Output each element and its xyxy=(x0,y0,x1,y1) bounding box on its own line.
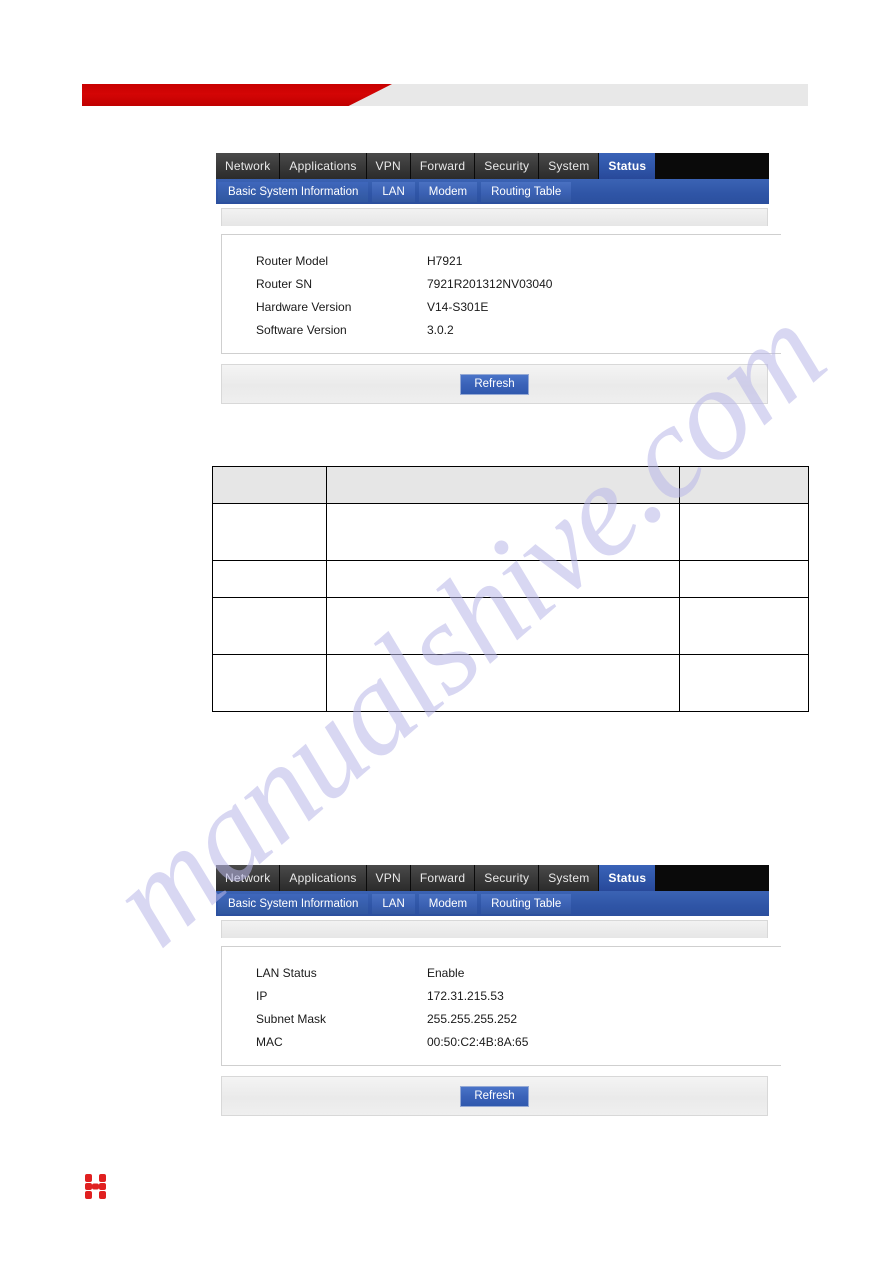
sub-navigation-bar: Basic System Information LAN Modem Routi… xyxy=(216,179,769,204)
sub-navigation-bar: Basic System Information LAN Modem Routi… xyxy=(216,891,769,916)
info-value-router-model: H7921 xyxy=(427,253,463,268)
info-value-lan-status: Enable xyxy=(427,965,465,980)
info-label-router-model: Router Model xyxy=(256,253,329,268)
banner-red-accent xyxy=(82,84,392,106)
table-cell xyxy=(212,654,327,712)
info-row-subnet-mask: Subnet Mask 255.255.255.252 xyxy=(222,1007,781,1030)
info-row-lan-status: LAN Status Enable xyxy=(222,961,781,984)
panel-title-bar xyxy=(221,208,768,226)
blank-reference-table xyxy=(212,466,809,712)
nav-tab-security[interactable]: Security xyxy=(475,153,540,179)
info-row-mac: MAC 00:50:C2:4B:8A:65 xyxy=(222,1030,781,1053)
subtab-routing-table[interactable]: Routing Table xyxy=(481,893,572,914)
nav-tab-status[interactable]: Status xyxy=(599,865,657,891)
info-value-software-version: 3.0.2 xyxy=(427,322,454,337)
router-ui-lan-status: Network Applications VPN Forward Securit… xyxy=(216,865,781,1116)
panel-footer-lan-status: Refresh xyxy=(221,1076,768,1116)
subtab-basic-system-information[interactable]: Basic System Information xyxy=(218,181,369,202)
table-header-cell-1 xyxy=(212,466,327,504)
table-cell xyxy=(212,597,327,655)
router-ui-basic-system: Network Applications VPN Forward Securit… xyxy=(216,153,781,404)
table-cell xyxy=(325,654,681,712)
nav-tab-status[interactable]: Status xyxy=(599,153,657,179)
nav-tab-forward[interactable]: Forward xyxy=(410,153,476,179)
info-label-mac: MAC xyxy=(256,1034,283,1049)
info-value-mac: 00:50:C2:4B:8A:65 xyxy=(427,1034,529,1049)
refresh-button[interactable]: Refresh xyxy=(460,1085,529,1107)
info-row-router-model: Router Model H7921 xyxy=(222,249,781,272)
info-value-ip: 172.31.215.53 xyxy=(427,988,504,1003)
nav-tab-applications[interactable]: Applications xyxy=(280,153,367,179)
nav-tab-network[interactable]: Network xyxy=(216,153,281,179)
subtab-modem[interactable]: Modem xyxy=(418,181,478,202)
panel-title-bar xyxy=(221,920,768,938)
table-cell xyxy=(679,560,809,598)
nav-tab-applications[interactable]: Applications xyxy=(280,865,367,891)
table-cell xyxy=(325,560,681,598)
panel-lan-status: LAN Status Enable IP 172.31.215.53 Subne… xyxy=(216,916,781,1116)
lan-status-table: LAN Status Enable IP 172.31.215.53 Subne… xyxy=(221,946,781,1066)
info-row-router-sn: Router SN 7921R201312NV03040 xyxy=(222,272,781,295)
table-row xyxy=(212,503,809,561)
nav-tab-vpn[interactable]: VPN xyxy=(366,865,411,891)
table-header-cell-2 xyxy=(325,466,681,504)
info-row-ip: IP 172.31.215.53 xyxy=(222,984,781,1007)
table-row xyxy=(212,597,809,655)
nav-filler xyxy=(656,865,769,891)
info-row-software-version: Software Version 3.0.2 xyxy=(222,318,781,341)
info-label-hardware-version: Hardware Version xyxy=(256,299,352,314)
subtab-routing-table[interactable]: Routing Table xyxy=(481,181,572,202)
table-header-row xyxy=(212,466,809,504)
table-cell xyxy=(325,503,681,561)
info-label-router-sn: Router SN xyxy=(256,276,313,291)
refresh-button[interactable]: Refresh xyxy=(460,373,529,395)
panel-footer-basic-system: Refresh xyxy=(221,364,768,404)
info-label-lan-status: LAN Status xyxy=(256,965,317,980)
info-value-hardware-version: V14-S301E xyxy=(427,299,489,314)
subtab-lan[interactable]: LAN xyxy=(372,181,415,202)
subtab-basic-system-information[interactable]: Basic System Information xyxy=(218,893,369,914)
table-row xyxy=(212,654,809,712)
table-cell xyxy=(679,597,809,655)
info-label-ip: IP xyxy=(256,988,268,1003)
panel-basic-system: Router Model H7921 Router SN 7921R201312… xyxy=(216,204,781,404)
table-cell xyxy=(212,503,327,561)
main-navigation-bar: Network Applications VPN Forward Securit… xyxy=(216,865,769,891)
subtab-modem[interactable]: Modem xyxy=(418,893,478,914)
nav-tab-network[interactable]: Network xyxy=(216,865,281,891)
table-row xyxy=(212,560,809,598)
table-cell xyxy=(679,654,809,712)
subtab-lan[interactable]: LAN xyxy=(372,893,415,914)
nav-tab-forward[interactable]: Forward xyxy=(410,865,476,891)
table-cell xyxy=(325,597,681,655)
info-row-hardware-version: Hardware Version V14-S301E xyxy=(222,295,781,318)
info-label-software-version: Software Version xyxy=(256,322,347,337)
info-value-router-sn: 7921R201312NV03040 xyxy=(427,276,553,291)
table-header-cell-3 xyxy=(679,466,809,504)
nav-tab-system[interactable]: System xyxy=(539,865,600,891)
info-value-subnet-mask: 255.255.255.252 xyxy=(427,1011,518,1026)
nav-filler xyxy=(656,153,769,179)
info-label-subnet-mask: Subnet Mask xyxy=(256,1011,327,1026)
page-header-banner xyxy=(82,84,808,106)
nav-tab-security[interactable]: Security xyxy=(475,865,540,891)
table-cell xyxy=(212,560,327,598)
table-cell xyxy=(679,503,809,561)
nav-tab-vpn[interactable]: VPN xyxy=(366,153,411,179)
h-brand-logo-icon xyxy=(84,1174,108,1200)
basic-system-info-table: Router Model H7921 Router SN 7921R201312… xyxy=(221,234,781,354)
main-navigation-bar: Network Applications VPN Forward Securit… xyxy=(216,153,769,179)
nav-tab-system[interactable]: System xyxy=(539,153,600,179)
